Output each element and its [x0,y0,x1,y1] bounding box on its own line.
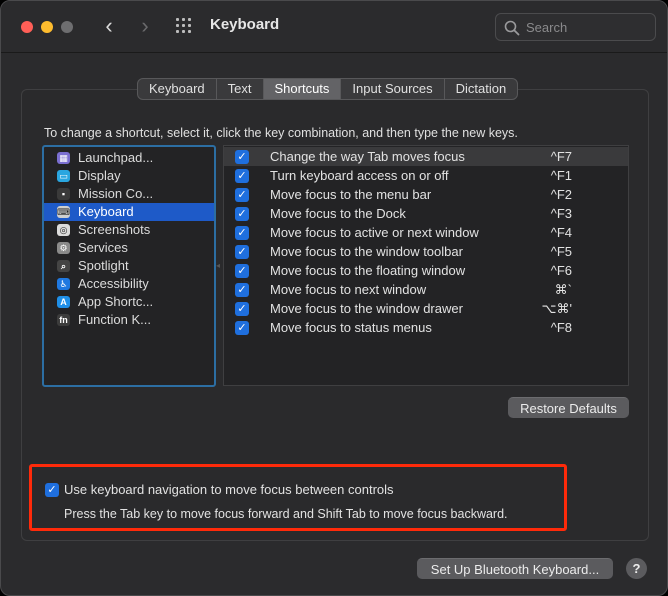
launchpad-icon: ▦ [57,152,70,164]
app-shortcuts-icon: A [57,296,70,308]
sidebar-item-label: Screenshots [78,222,151,237]
shortcut-checkbox[interactable]: ✓ [235,150,249,164]
sidebar-item-spotlight[interactable]: ⌕ Spotlight [44,257,214,275]
table-row[interactable]: ✓ Move focus to the window toolbar ^F5 [224,242,628,261]
shortcut-key[interactable]: ^F4 [551,223,572,242]
sidebar-item-label: Display [78,168,121,183]
sidebar-item-accessibility[interactable]: ♿ Accessibility [44,275,214,293]
shortcut-checkbox[interactable]: ✓ [235,283,249,297]
instructions-text: To change a shortcut, select it, click t… [44,126,518,140]
search-input[interactable] [526,18,646,36]
screenshots-icon: ◎ [57,224,70,236]
sidebar-item-keyboard[interactable]: ⌨ Keyboard [44,203,214,221]
tab-text[interactable]: Text [217,79,264,99]
display-icon: ▭ [57,170,70,182]
shortcut-key[interactable]: ⌥⌘' [542,299,572,318]
shortcut-key[interactable]: ^F6 [551,261,572,280]
sidebar-item-label: Keyboard [78,204,134,219]
zoom-window-button[interactable] [61,21,73,33]
titlebar: ‹ › Keyboard [1,1,667,53]
sidebar-item-mission-control[interactable]: ▪ Mission Co... [44,185,214,203]
mission-control-icon: ▪ [57,188,70,200]
shortcut-checkbox[interactable]: ✓ [235,302,249,316]
keyboard-navigation-label[interactable]: Use keyboard navigation to move focus be… [64,482,394,497]
table-row[interactable]: ✓ Move focus to the window drawer ⌥⌘' [224,299,628,318]
close-window-button[interactable] [21,21,33,33]
sidebar-item-label: Mission Co... [78,186,154,201]
shortcut-key[interactable]: ^F2 [551,185,572,204]
keyboard-icon: ⌨ [57,206,70,218]
search-icon [504,20,520,36]
set-up-bluetooth-keyboard-button[interactable]: Set Up Bluetooth Keyboard... [417,558,613,579]
shortcuts-table: ✓ Change the way Tab moves focus ^F7 ✓ T… [223,145,629,386]
table-row[interactable]: ✓ Move focus to the floating window ^F6 [224,261,628,280]
function-keys-icon: fn [57,314,70,326]
window-title: Keyboard [210,16,280,33]
restore-defaults-button[interactable]: Restore Defaults [508,397,629,418]
shortcut-label: Move focus to status menus [270,320,432,335]
shortcut-label: Move focus to the window toolbar [270,244,463,259]
minimize-window-button[interactable] [41,21,53,33]
sidebar-item-function-keys[interactable]: fn Function K... [44,311,214,329]
shortcut-label: Move focus to active or next window [270,225,479,240]
shortcut-key[interactable]: ⌘` [555,280,572,299]
shortcut-label: Change the way Tab moves focus [270,149,465,164]
search-field[interactable] [495,13,656,41]
table-row[interactable]: ✓ Change the way Tab moves focus ^F7 [224,147,628,166]
sidebar-item-screenshots[interactable]: ◎ Screenshots [44,221,214,239]
shortcut-label: Turn keyboard access on or off [270,168,449,183]
shortcut-key[interactable]: ^F5 [551,242,572,261]
shortcut-label: Move focus to the Dock [270,206,406,221]
shortcut-checkbox[interactable]: ✓ [235,188,249,202]
tab-input-sources[interactable]: Input Sources [341,79,445,99]
back-chevron-icon[interactable]: ‹ [97,15,121,39]
sidebar-item-label: Spotlight [78,258,129,273]
shortcut-checkbox[interactable]: ✓ [235,207,249,221]
shortcut-checkbox[interactable]: ✓ [235,321,249,335]
split-view-handle[interactable]: ◂ [216,261,222,271]
show-all-grid-icon[interactable] [176,18,194,36]
shortcut-category-list: ▦ Launchpad... ▭ Display ▪ Mission Co...… [42,145,216,387]
table-row[interactable]: ✓ Move focus to the menu bar ^F2 [224,185,628,204]
spotlight-icon: ⌕ [57,260,70,272]
shortcut-key[interactable]: ^F7 [551,147,572,166]
shortcut-checkbox[interactable]: ✓ [235,264,249,278]
sidebar-item-label: Accessibility [78,276,149,291]
shortcut-checkbox[interactable]: ✓ [235,245,249,259]
shortcut-checkbox[interactable]: ✓ [235,226,249,240]
tab-keyboard[interactable]: Keyboard [138,79,217,99]
sidebar-item-display[interactable]: ▭ Display [44,167,214,185]
table-row[interactable]: ✓ Move focus to active or next window ^F… [224,223,628,242]
shortcut-label: Move focus to the window drawer [270,301,463,316]
sidebar-item-services[interactable]: ⚙ Services [44,239,214,257]
sidebar-item-launchpad[interactable]: ▦ Launchpad... [44,149,214,167]
keyboard-preferences-window: ‹ › Keyboard Keyboard Text Shortcuts Inp… [0,0,668,596]
sidebar-item-label: Function K... [78,312,151,327]
sidebar-item-app-shortcuts[interactable]: A App Shortc... [44,293,214,311]
keyboard-navigation-checkbox[interactable]: ✓ [45,483,59,497]
accessibility-icon: ♿ [57,278,70,290]
shortcut-key[interactable]: ^F1 [551,166,572,185]
shortcut-checkbox[interactable]: ✓ [235,169,249,183]
shortcut-key[interactable]: ^F3 [551,204,572,223]
tab-bar: Keyboard Text Shortcuts Input Sources Di… [137,78,519,100]
sidebar-item-label: Services [78,240,128,255]
services-icon: ⚙ [57,242,70,254]
sidebar-item-label: Launchpad... [78,150,154,165]
table-row[interactable]: ✓ Turn keyboard access on or off ^F1 [224,166,628,185]
table-row[interactable]: ✓ Move focus to the Dock ^F3 [224,204,628,223]
help-button[interactable]: ? [626,558,647,579]
sidebar-item-label: App Shortc... [78,294,154,309]
shortcut-label: Move focus to the floating window [270,263,466,278]
keyboard-navigation-description: Press the Tab key to move focus forward … [64,507,508,521]
forward-chevron-icon[interactable]: › [133,15,157,39]
shortcut-key[interactable]: ^F8 [551,318,572,337]
table-row[interactable]: ✓ Move focus to next window ⌘` [224,280,628,299]
table-row[interactable]: ✓ Move focus to status menus ^F8 [224,318,628,337]
tab-dictation[interactable]: Dictation [445,79,518,99]
shortcut-label: Move focus to next window [270,282,427,297]
shortcut-label: Move focus to the menu bar [270,187,432,202]
tab-shortcuts[interactable]: Shortcuts [263,79,342,99]
